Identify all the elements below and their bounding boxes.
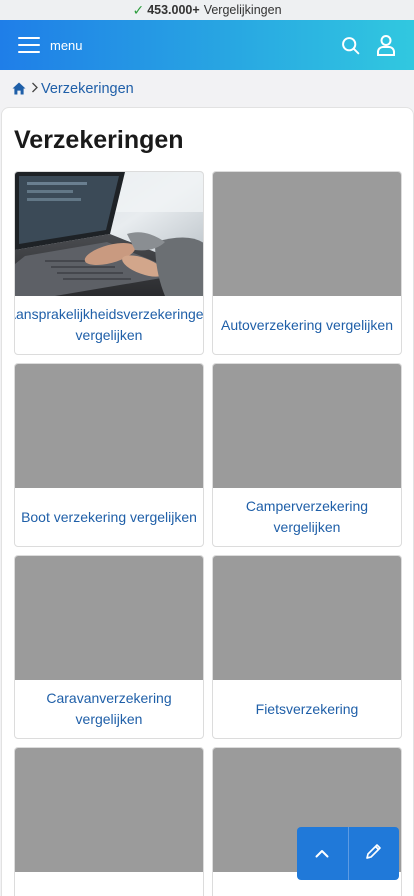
card-label: Aansprakelijkheidsverzekeringen vergelij… — [14, 306, 204, 343]
user-icon[interactable] — [374, 33, 398, 57]
content-panel: Verzekeringen Aansprakelijkheidsverzeker… — [1, 107, 414, 896]
card-fiets[interactable]: Fietsverzekering — [212, 555, 402, 739]
floating-action-bar — [297, 827, 399, 880]
card-huisdieren[interactable]: Huisdierenverzekering — [14, 747, 204, 896]
card-aansprakelijkheid[interactable]: Aansprakelijkheidsverzekeringen vergelij… — [14, 171, 204, 355]
site-header: menu — [0, 20, 414, 70]
card-camper[interactable]: Camperverzekering vergelijken — [212, 363, 402, 547]
card-image-placeholder — [213, 364, 401, 488]
top-stats-bar: ✓ 453.000+ Vergelijkingen — [0, 0, 414, 20]
laptop-typing-photo — [15, 172, 203, 296]
home-icon[interactable] — [12, 82, 26, 96]
checkmark-icon: ✓ — [132, 1, 145, 18]
card-label: Fietsverzekering — [255, 700, 359, 717]
page-title: Verzekeringen — [14, 126, 184, 154]
card-boot[interactable]: Boot verzekering vergelijken — [14, 363, 204, 547]
card-caravan[interactable]: Caravanverzekering vergelijken — [14, 555, 204, 739]
card-image-placeholder — [15, 556, 203, 680]
card-auto[interactable]: Autoverzekering vergelijken — [212, 171, 402, 355]
card-image-placeholder — [15, 748, 203, 872]
chevron-right-icon — [31, 81, 38, 96]
card-image-placeholder — [15, 364, 203, 488]
insurance-grid: Aansprakelijkheidsverzekeringen vergelij… — [14, 171, 402, 896]
card-image-placeholder — [213, 556, 401, 680]
card-image-placeholder — [213, 172, 401, 296]
card-label: Camperverzekering vergelijken — [245, 498, 369, 535]
card-label: Huisdierenverzekering — [15, 872, 203, 896]
hamburger-menu-icon[interactable] — [18, 37, 40, 53]
card-label: Boot verzekering vergelijken — [21, 508, 197, 525]
scroll-to-top-button[interactable] — [297, 827, 348, 880]
breadcrumb-current[interactable]: Verzekeringen — [41, 81, 134, 97]
chevron-up-icon — [315, 845, 329, 863]
search-icon[interactable] — [338, 33, 362, 57]
pencil-icon — [365, 843, 382, 865]
breadcrumb: Verzekeringen — [0, 70, 414, 107]
menu-label[interactable]: menu — [50, 38, 83, 53]
comparison-count: 453.000+ — [147, 3, 200, 17]
edit-button[interactable] — [347, 827, 399, 880]
comparison-label: Vergelijkingen — [203, 3, 282, 17]
card-label: Caravanverzekering vergelijken — [46, 690, 172, 727]
card-label: Autoverzekering vergelijken — [221, 316, 393, 333]
